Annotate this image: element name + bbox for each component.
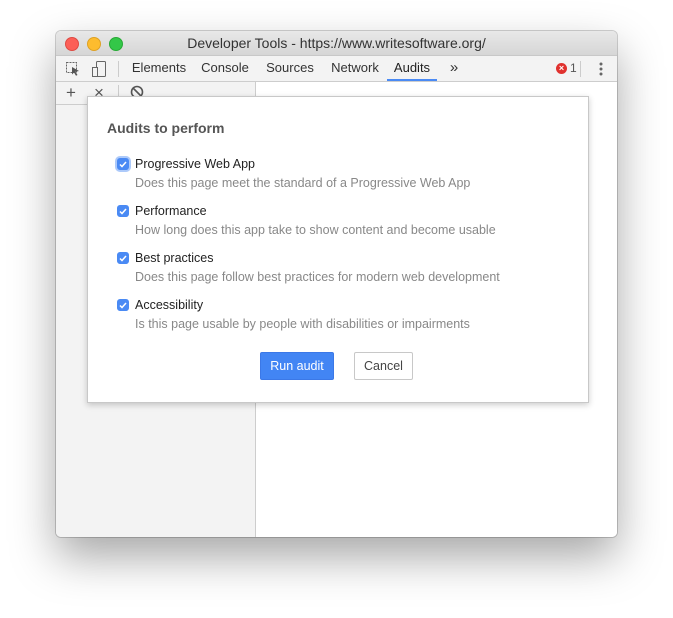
error-icon: ×: [556, 62, 567, 74]
error-count: 1: [570, 61, 577, 75]
devtools-toolbar: Elements Console Sources Network Audits …: [56, 56, 617, 82]
tab-audits[interactable]: Audits: [387, 56, 437, 81]
audits-dialog: Audits to perform Progressive Web App Do…: [87, 96, 589, 403]
option-label: Progressive Web App: [135, 157, 255, 171]
error-counter[interactable]: × 1: [556, 61, 577, 75]
performance-checkbox[interactable]: [117, 205, 129, 217]
window-title: Developer Tools - https://www.writesoftw…: [187, 35, 486, 51]
more-options-icon[interactable]: [591, 59, 611, 79]
accessibility-checkbox[interactable]: [117, 299, 129, 311]
option-label: Accessibility: [135, 298, 204, 312]
option-label: Best practices: [135, 251, 214, 265]
tab-sources[interactable]: Sources: [256, 56, 324, 81]
device-toolbar-icon[interactable]: [89, 59, 109, 79]
title-bar: Developer Tools - https://www.writesoftw…: [56, 31, 617, 56]
run-audit-button[interactable]: Run audit: [260, 352, 334, 380]
dialog-title: Audits to perform: [107, 120, 225, 136]
inspect-element-icon[interactable]: [63, 59, 83, 79]
best-practices-checkbox[interactable]: [117, 252, 129, 264]
add-audit-icon[interactable]: +: [66, 83, 76, 103]
option-description: Does this page follow best practices for…: [135, 270, 500, 284]
pwa-checkbox[interactable]: [117, 158, 129, 170]
option-description: How long does this app take to show cont…: [135, 223, 496, 237]
option-label: Performance: [135, 204, 207, 218]
more-tabs-icon[interactable]: »: [444, 56, 464, 81]
tab-elements[interactable]: Elements: [124, 56, 194, 81]
tab-network[interactable]: Network: [324, 56, 386, 81]
option-description: Is this page usable by people with disab…: [135, 317, 470, 331]
cancel-button[interactable]: Cancel: [354, 352, 413, 380]
tab-console[interactable]: Console: [194, 56, 256, 81]
option-description: Does this page meet the standard of a Pr…: [135, 176, 471, 190]
